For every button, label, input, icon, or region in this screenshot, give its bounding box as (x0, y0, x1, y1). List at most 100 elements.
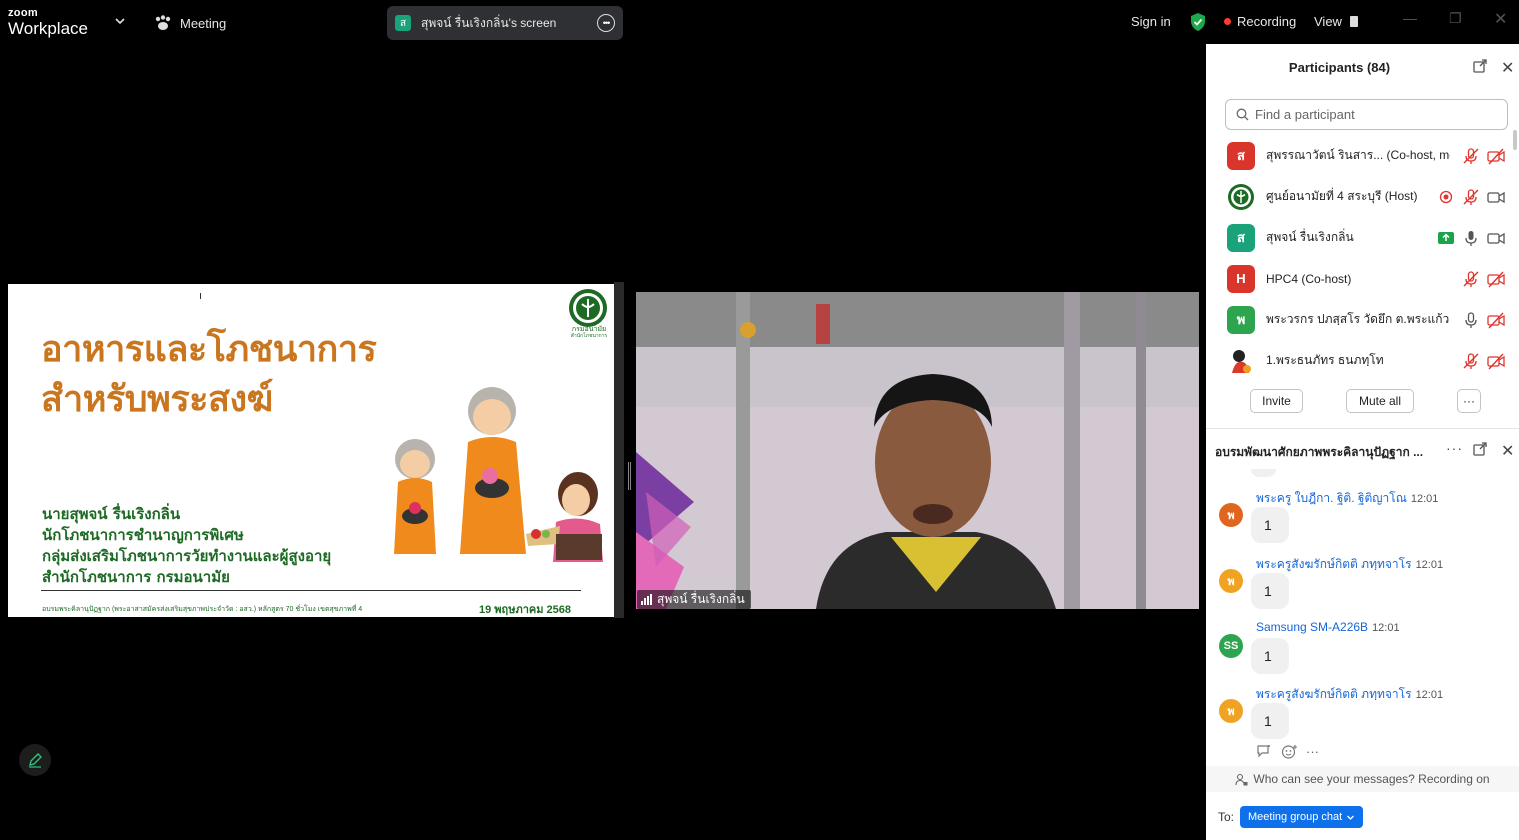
search-icon (1236, 108, 1249, 121)
reply-icon[interactable] (1256, 744, 1273, 759)
participant-search[interactable] (1225, 99, 1508, 130)
participant-row[interactable]: ศูนย์อนามัยที่ 4 สระบุรี (Host) (1206, 176, 1519, 217)
message-visibility-note[interactable]: Who can see your messages? Recording on (1206, 766, 1519, 792)
slide-divider (41, 590, 581, 591)
sign-in-link[interactable]: Sign in (1131, 14, 1171, 29)
slide-title-line-2: สำหรับพระสงฆ์ (41, 379, 273, 420)
presenter-bureau: สำนักโภชนาการ กรมอนามัย (42, 568, 230, 586)
recipient-label: Meeting group chat (1248, 811, 1343, 823)
visibility-text: Who can see your messages? Recording on (1253, 772, 1490, 786)
mute-all-button[interactable]: Mute all (1346, 389, 1414, 413)
participant-video[interactable] (636, 292, 1199, 609)
video-off-icon[interactable] (1487, 270, 1505, 288)
mic-icon[interactable] (1462, 229, 1480, 247)
participant-name: 1.พระธนภัทร ธนภทฺโท (1266, 353, 1384, 367)
more-options-icon[interactable]: ••• (597, 14, 615, 32)
view-label: View (1314, 14, 1342, 29)
view-button[interactable]: View (1314, 14, 1358, 29)
department-seal-icon (569, 289, 607, 327)
participant-avatar: ส (1227, 141, 1255, 170)
chat-message: พ พระครูสังฆรักษ์กิตติ ภทฺทจาโร 12:01 1 (1206, 555, 1519, 615)
message-actions: ··· (1256, 744, 1319, 759)
meeting-button[interactable]: Meeting (154, 12, 226, 34)
to-label: To: (1218, 810, 1235, 824)
participant-scrollbar[interactable] (1513, 130, 1517, 150)
invite-button[interactable]: Invite (1250, 389, 1303, 413)
message-text: 1 (1251, 703, 1289, 739)
recipient-row: To: Meeting group chat (1218, 806, 1364, 828)
sender-avatar: พ (1219, 699, 1243, 723)
monk-photo-avatar (1227, 346, 1255, 375)
pop-out-icon[interactable] (1473, 442, 1487, 456)
side-panel: Participants (84) ✕ ส สุพรรณาวัตน์ รินสา… (1206, 44, 1519, 840)
restore-icon[interactable]: ❐ (1449, 10, 1462, 27)
emoji-icon[interactable] (1281, 744, 1298, 759)
chevron-down-icon (1347, 815, 1355, 820)
slide-title-line-1: อาหารและโภชนาการ (41, 329, 377, 370)
message-time: 12:01 (1410, 493, 1439, 505)
chat-more-icon[interactable]: ··· (1446, 440, 1463, 456)
close-icon[interactable]: ✕ (1494, 9, 1507, 29)
chat-title: อบรมพัฒนาศักยภาพพระคิลานุปัฏฐาก ... (1215, 445, 1424, 459)
video-icon[interactable] (1487, 188, 1505, 206)
close-icon[interactable]: ✕ (1501, 441, 1514, 461)
user-lock-icon (1235, 773, 1248, 785)
sender-avatar: พ (1219, 503, 1243, 527)
video-off-icon[interactable] (1487, 147, 1505, 165)
brand-small: zoom (8, 7, 38, 19)
search-input[interactable] (1255, 107, 1495, 122)
minimize-icon[interactable]: — (1403, 10, 1417, 26)
mic-icon[interactable] (1462, 311, 1480, 329)
mic-muted-icon[interactable] (1462, 270, 1480, 288)
participant-avatar: พ (1227, 305, 1255, 334)
participant-row[interactable]: พ พระวรกร ปภสฺสโร วัดยึก ต.พระแก้ว อ.... (1206, 299, 1519, 340)
sender-avatar: SS (1219, 634, 1243, 658)
sender-name[interactable]: พระครูสังฆรักษ์กิตติ ภทฺทจาโร (1256, 687, 1412, 701)
video-icon[interactable] (1487, 229, 1505, 247)
message-text: 1 (1251, 638, 1289, 674)
previous-message-bubble (1251, 469, 1276, 477)
sender-name[interactable]: Samsung SM-A226B (1256, 620, 1368, 634)
chat-messages: พ พระครู ใบฎีกา. ฐิติ. ฐิติญาโณ 12:01 1 พ… (1206, 469, 1519, 769)
recording-dot-icon (1224, 18, 1231, 25)
participant-name: สุพจน์ รื่นเริงกลิ่น (1266, 230, 1354, 244)
close-icon[interactable]: ✕ (1501, 58, 1514, 78)
participant-name: พระวรกร ปภสฺสโร วัดยึก ต.พระแก้ว อ.... (1266, 312, 1450, 326)
participant-row[interactable]: 1.พระธนภัทร ธนภทฺโท (1206, 340, 1519, 381)
sharer-avatar: ส (395, 15, 411, 31)
annotate-button[interactable] (19, 744, 51, 776)
shield-check-icon[interactable] (1189, 12, 1207, 32)
participant-row[interactable]: ส สุพจน์ รื่นเริงกลิ่น (1206, 217, 1519, 258)
recipient-dropdown[interactable]: Meeting group chat (1240, 806, 1364, 828)
mic-muted-icon[interactable] (1462, 352, 1480, 370)
share-title: สุพจน์ รื่นเริงกลิ่น's screen (421, 15, 557, 30)
meeting-label: Meeting (180, 15, 227, 31)
video-off-icon[interactable] (1487, 311, 1505, 329)
cursor-icon (200, 293, 204, 299)
recording-indicator[interactable]: Recording (1224, 14, 1296, 29)
video-participant-name: สุพจน์ รื่นเริงกลิ่น (657, 592, 745, 606)
message-time: 12:01 (1372, 622, 1400, 634)
paw-icon (155, 15, 171, 30)
sender-name[interactable]: พระครูสังฆรักษ์กิตติ ภทฺทจาโร (1256, 557, 1412, 571)
layout-icon (1349, 16, 1358, 27)
participant-name: สุพรรณาวัตน์ รินสาร... (Co-host, me) (1266, 148, 1450, 162)
brand-large: Workplace (8, 19, 88, 38)
slide-date: 19 พฤษภาคม 2568 (479, 604, 572, 616)
sender-name[interactable]: พระครู ใบฎีกา. ฐิติ. ฐิติญาโณ (1256, 491, 1407, 505)
video-off-icon[interactable] (1487, 352, 1505, 370)
participant-row[interactable]: H HPC4 (Co-host) (1206, 258, 1519, 299)
panel-divider (1206, 428, 1519, 429)
pop-out-icon[interactable] (1473, 59, 1487, 73)
more-icon[interactable]: ··· (1306, 744, 1319, 759)
share-indicator[interactable]: ส สุพจน์ รื่นเริงกลิ่น's screen ••• (387, 6, 623, 40)
split-resize-handle[interactable] (628, 462, 631, 490)
chat-message: พ พระครูสังฆรักษ์กิตติ ภทฺทจาโร 12:01 1 (1206, 685, 1519, 745)
chevron-down-icon[interactable] (113, 14, 127, 28)
share-frame-edge (614, 282, 624, 618)
mic-muted-icon[interactable] (1462, 147, 1480, 165)
mic-muted-icon[interactable] (1462, 188, 1480, 206)
participant-actions: Invite Mute all ··· (1206, 389, 1519, 415)
participant-row[interactable]: ส สุพรรณาวัตน์ รินสาร... (Co-host, me) (1206, 135, 1519, 176)
more-button[interactable]: ··· (1457, 389, 1481, 413)
